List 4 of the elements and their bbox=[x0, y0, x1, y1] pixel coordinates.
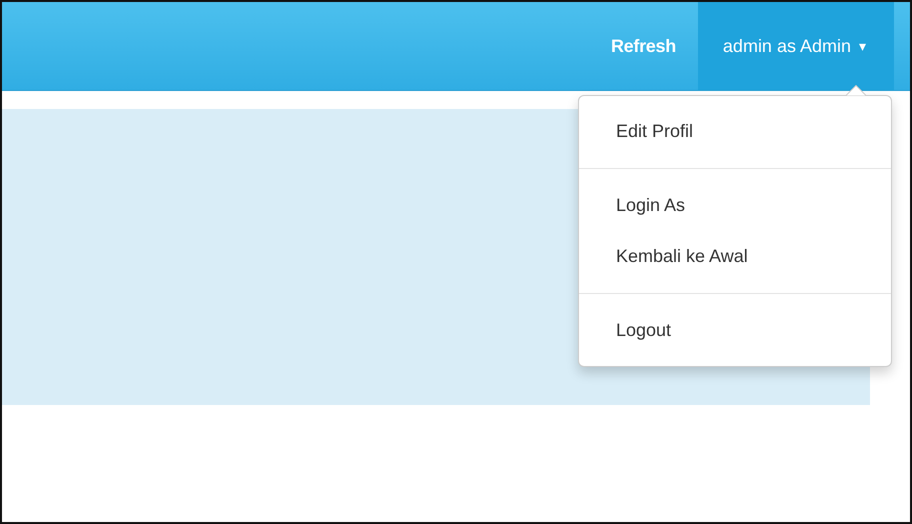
menu-item[interactable]: Kembali ke Awal bbox=[579, 231, 891, 282]
menu-item[interactable]: Login As bbox=[579, 180, 891, 231]
menu-item[interactable]: Logout bbox=[579, 305, 891, 356]
menu-item[interactable]: Edit Profil bbox=[579, 106, 891, 157]
